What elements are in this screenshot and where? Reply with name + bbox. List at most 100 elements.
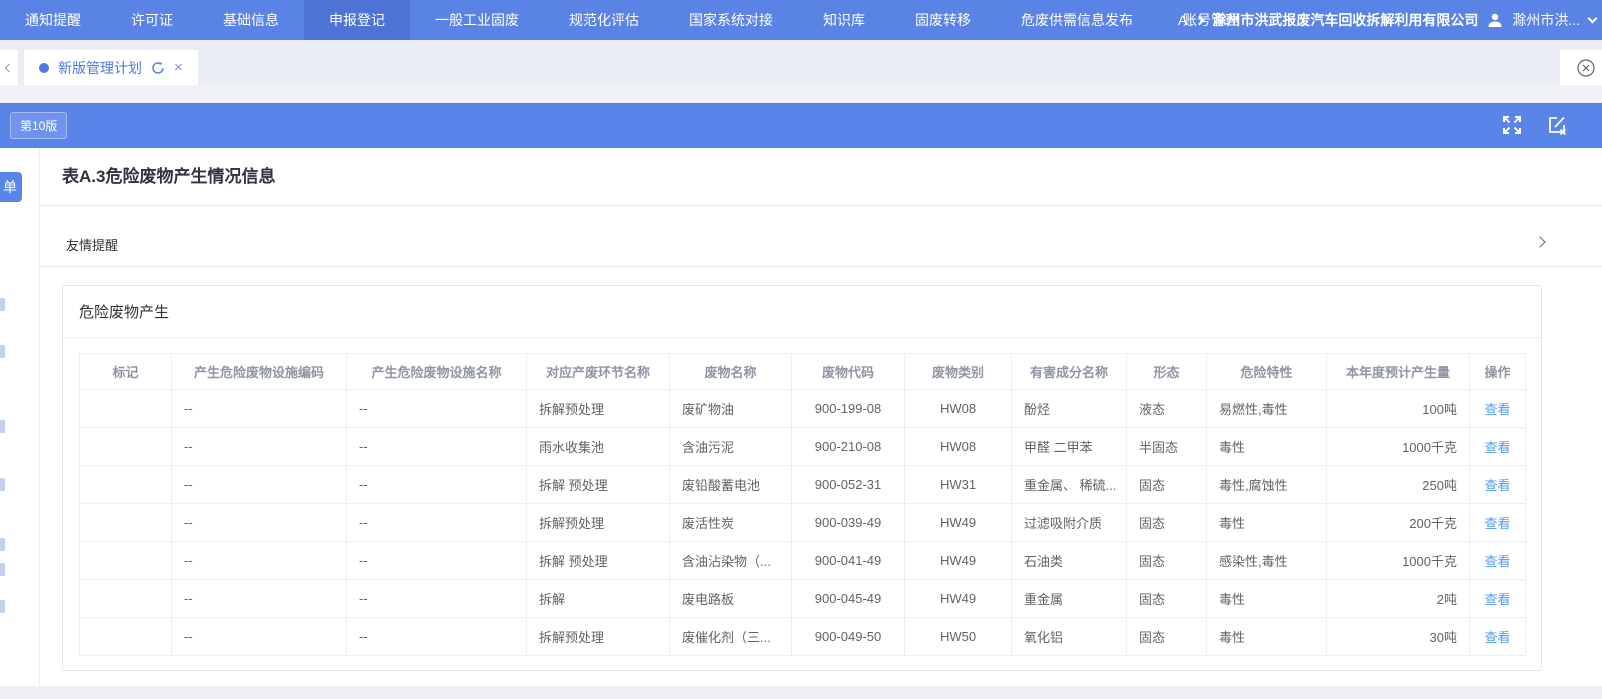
table-cell: -- [347, 466, 527, 504]
table-cell-action: 查看 [1470, 466, 1526, 504]
nav-item-3[interactable]: 申报登记 [304, 0, 410, 40]
tab-bar: 新版管理计划 × [0, 40, 1602, 85]
nav-item-4[interactable]: 一般工业固废 [410, 0, 544, 40]
table-cell [80, 618, 172, 656]
nav-item-0[interactable]: 通知提醒 [0, 0, 106, 40]
nav-item-8[interactable]: 固废转移 [890, 0, 996, 40]
nav-item-2[interactable]: 基础信息 [198, 0, 304, 40]
view-link[interactable]: 查看 [1484, 440, 1510, 455]
anchor-item-fragment[interactable] [0, 478, 5, 491]
table-cell: 易燃性,毒性 [1207, 390, 1327, 428]
card-header: 危险废物产生 [63, 286, 1541, 338]
table-cell: 石油类 [1012, 542, 1127, 580]
table-cell: -- [347, 428, 527, 466]
refresh-icon[interactable] [151, 61, 165, 75]
table-cell [80, 504, 172, 542]
view-link[interactable]: 查看 [1484, 630, 1510, 645]
chevron-down-icon[interactable] [1588, 14, 1598, 24]
table-cell: -- [347, 542, 527, 580]
chevron-right-icon[interactable] [1534, 236, 1545, 247]
table-cell: 1000千克 [1327, 428, 1470, 466]
tab-management-plan[interactable]: 新版管理计划 × [24, 50, 198, 85]
table-cell-action: 查看 [1470, 542, 1526, 580]
user-name[interactable]: 滁州市洪... [1512, 10, 1580, 30]
table-cell: 固态 [1127, 580, 1207, 618]
table-cell: 900-039-49 [792, 504, 905, 542]
anchor-item-fragment[interactable] [0, 345, 5, 358]
chevron-left-icon [5, 63, 13, 71]
app-screen: 通知提醒许可证基础信息申报登记一般工业固废规范化评估国家系统对接知识库固废转移危… [0, 0, 1602, 699]
table-cell: 废铅酸蓄电池 [670, 466, 792, 504]
fullscreen-icon[interactable] [1501, 114, 1523, 136]
table-cell: 过滤吸附介质 [1012, 504, 1127, 542]
tab-label: 新版管理计划 [58, 58, 142, 78]
chevron-right-icon [1195, 15, 1205, 25]
table-row: ----雨水收集池含油污泥900-210-08HW08甲醛 二甲苯半固态毒性10… [80, 428, 1526, 466]
nav-item-9[interactable]: 危废供需信息发布 [996, 0, 1158, 40]
anchor-item-fragment[interactable] [0, 600, 5, 613]
nav-item-5[interactable]: 规范化评估 [544, 0, 664, 40]
table-cell: 900-049-50 [792, 618, 905, 656]
table-cell: 900-199-08 [792, 390, 905, 428]
page-title: 表A.3危险废物产生情况信息 [62, 162, 275, 187]
top-nav: 通知提醒许可证基础信息申报登记一般工业固废规范化评估国家系统对接知识库固废转移危… [0, 0, 1602, 40]
circled-close-icon[interactable] [1576, 58, 1596, 78]
version-badge[interactable]: 第10版 [10, 112, 67, 139]
table-cell: -- [347, 504, 527, 542]
anchor-menu-button[interactable]: 单 [0, 172, 22, 202]
column-header-3: 对应产废环节名称 [527, 354, 670, 390]
bottom-strip [0, 686, 1602, 699]
close-icon[interactable]: × [174, 60, 183, 75]
table-cell: 900-041-49 [792, 542, 905, 580]
table-cell: 拆解预处理 [527, 504, 670, 542]
table-row: ----拆解预处理废催化剂（三...900-049-50HW50氧化铝固态毒性3… [80, 618, 1526, 656]
table-cell: HW49 [905, 542, 1012, 580]
table-cell: 固态 [1127, 504, 1207, 542]
edit-close-icon[interactable] [1546, 114, 1568, 136]
column-header-11: 操作 [1470, 354, 1526, 390]
anchor-item-fragment[interactable] [0, 563, 5, 576]
table-cell: -- [172, 466, 347, 504]
table-cell [80, 542, 172, 580]
column-header-2: 产生危险废物设施名称 [347, 354, 527, 390]
view-link[interactable]: 查看 [1484, 478, 1510, 493]
view-link[interactable]: 查看 [1484, 516, 1510, 531]
table-cell [80, 428, 172, 466]
table-cell: 250吨 [1327, 466, 1470, 504]
user-icon [1487, 12, 1503, 28]
table-cell: 废催化剂（三... [670, 618, 792, 656]
anchor-item-fragment[interactable] [0, 298, 5, 311]
table-cell: HW31 [905, 466, 1012, 504]
table-cell: 拆解 预处理 [527, 542, 670, 580]
nav-item-7[interactable]: 知识库 [798, 0, 890, 40]
anchor-item-fragment[interactable] [0, 538, 5, 551]
view-link[interactable]: 查看 [1484, 554, 1510, 569]
divider [40, 205, 1602, 206]
table-body: ----拆解预处理废矿物油900-199-08HW08酚烃液态易燃性,毒性100… [80, 390, 1526, 656]
anchor-item-fragment[interactable] [0, 420, 5, 433]
table-cell: HW50 [905, 618, 1012, 656]
table-cell: 900-052-31 [792, 466, 905, 504]
nav-item-6[interactable]: 国家系统对接 [664, 0, 798, 40]
friendly-reminder-label[interactable]: 友情提醒 [66, 235, 118, 254]
table-cell: -- [347, 580, 527, 618]
toolbar-icons [1501, 114, 1568, 136]
tabbar-substrip [0, 85, 1602, 103]
table-cell: -- [172, 618, 347, 656]
view-link[interactable]: 查看 [1484, 592, 1510, 607]
table-cell: 含油污泥 [670, 428, 792, 466]
view-link[interactable]: 查看 [1484, 402, 1510, 417]
tab-scroll-left-button[interactable] [0, 50, 18, 85]
org-letter[interactable]: A [1178, 12, 1187, 28]
table-cell: 含油沾染物（... [670, 542, 792, 580]
table-cell: 900-210-08 [792, 428, 905, 466]
table-cell: -- [347, 618, 527, 656]
table-cell: -- [172, 542, 347, 580]
table-cell: 30吨 [1327, 618, 1470, 656]
table-cell: 毒性,腐蚀性 [1207, 466, 1327, 504]
nav-item-1[interactable]: 许可证 [106, 0, 198, 40]
table-cell [80, 390, 172, 428]
divider [40, 266, 1602, 267]
company-name[interactable]: 滁州市洪武报废汽车回收拆解利用有限公司 [1212, 10, 1478, 30]
table-cell: 固态 [1127, 466, 1207, 504]
